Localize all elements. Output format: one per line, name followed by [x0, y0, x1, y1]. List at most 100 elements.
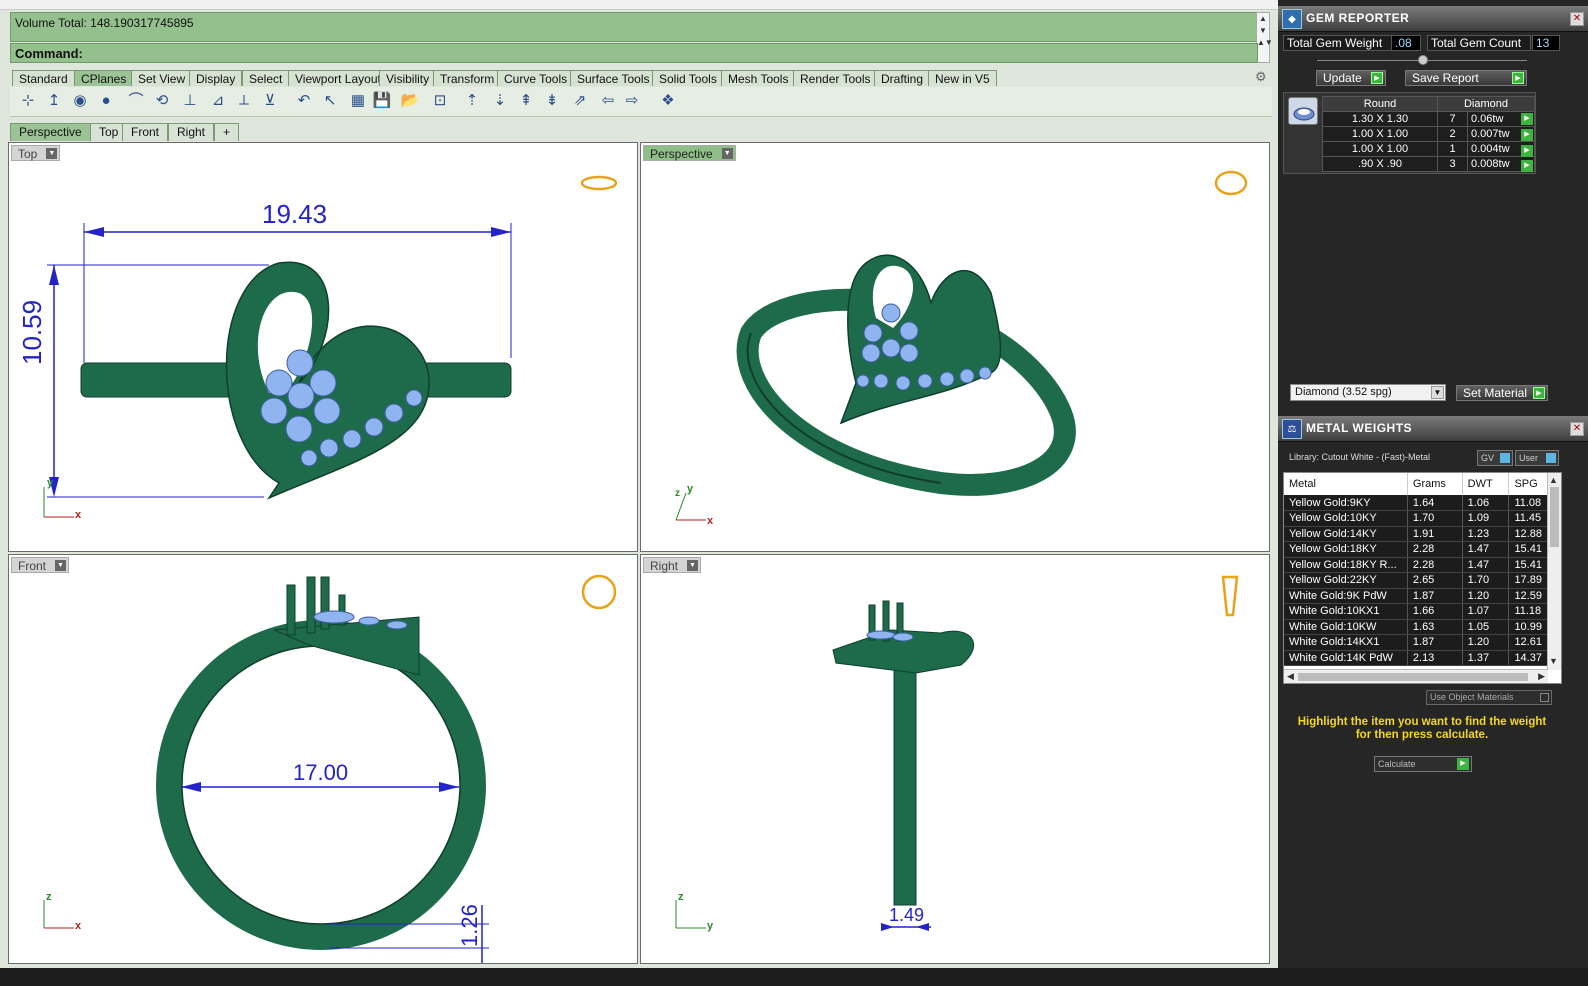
metal-row[interactable]: White Gold:14K PdW 2.13 1.37 14.37 [1284, 650, 1548, 666]
slider-handle[interactable] [1418, 55, 1428, 65]
tab-select[interactable]: Select [242, 70, 290, 86]
close-icon[interactable]: ✕ [1570, 12, 1584, 26]
gv-toggle[interactable]: GV [1477, 450, 1513, 466]
cplane-tilt-icon[interactable]: ⇗ [570, 91, 590, 111]
set-material-button[interactable]: Set Material ▶ [1456, 385, 1548, 401]
tab-viewport-layout[interactable]: Viewport Layout [288, 70, 388, 86]
viewport-label-front[interactable]: Front ▼ [11, 557, 70, 573]
metal-row[interactable]: Yellow Gold:14KY 1.91 1.23 12.88 [1284, 526, 1548, 542]
cplane-next-icon[interactable]: ⇨ [622, 91, 642, 111]
tab-mesh-tools[interactable]: Mesh Tools [721, 70, 796, 86]
tab-cplanes[interactable]: CPlanes [74, 70, 134, 86]
cplane-3pt-icon[interactable]: ⊥ [180, 91, 200, 111]
cplane-world-icon[interactable]: ⊹ [18, 91, 38, 111]
vp-tab-add[interactable]: + [214, 123, 240, 141]
tab-set-view[interactable]: Set View [131, 70, 193, 86]
gem-row[interactable]: 1.30 X 1.30 7 0.06tw [1322, 111, 1535, 127]
gem-row[interactable]: 1.00 X 1.00 1 0.004tw [1322, 141, 1535, 157]
cplane-to-view-icon[interactable]: ↖ [320, 91, 340, 111]
viewport-right[interactable]: Right ▼ 1.49 z y [640, 554, 1270, 964]
viewport-label-right[interactable]: Right ▼ [643, 557, 702, 573]
command-line[interactable]: Command: [10, 43, 1258, 63]
metal-row[interactable]: Yellow Gold:9KY 1.64 1.06 11.08 [1284, 495, 1548, 511]
metal-row[interactable]: White Gold:14KX1 1.87 1.20 12.61 [1284, 634, 1548, 651]
gem-row[interactable]: .90 X .90 3 0.008tw [1322, 156, 1535, 172]
gem-reporter-header: ◆ GEM REPORTER ✕ [1278, 6, 1588, 32]
metal-row[interactable]: Yellow Gold:18KY R... 2.28 1.47 15.41 [1284, 557, 1548, 573]
cplane-drop-icon[interactable]: ⇟ [542, 91, 562, 111]
metal-row[interactable]: White Gold:10KW 1.63 1.05 10.99 [1284, 619, 1548, 635]
grid-icon[interactable]: ▦ [348, 91, 368, 111]
metal-row[interactable]: White Gold:9K PdW 1.87 1.20 12.59 [1284, 588, 1548, 604]
perspective-view-render [675, 170, 1248, 521]
gem-reporter-icon: ◆ [1282, 9, 1302, 29]
menu-bar[interactable] [0, 0, 1278, 10]
viewport-label-top[interactable]: Top ▼ [11, 145, 61, 161]
gem-row[interactable]: 1.00 X 1.00 2 0.007tw [1322, 126, 1535, 142]
use-object-materials-checkbox[interactable]: Use Object Materials [1426, 690, 1552, 705]
metal-row[interactable]: White Gold:10KX1 1.66 1.07 11.18 [1284, 603, 1548, 620]
vp-tab-right[interactable]: Right [168, 123, 215, 141]
dim-text-width: 19.43 [262, 199, 328, 229]
play-icon[interactable]: ▶ [1521, 113, 1533, 125]
vp-tab-front[interactable]: Front [122, 123, 169, 141]
undo-cplane-icon[interactable]: ↶ [294, 91, 314, 111]
gem-size: 1.00 X 1.00 [1322, 141, 1438, 157]
cplane-origin-icon[interactable]: ⊻ [260, 91, 280, 111]
user-toggle[interactable]: User [1515, 450, 1559, 466]
play-icon[interactable]: ▶ [1521, 129, 1533, 141]
command-scroll[interactable]: ▲ ▼ ▲▼ [1256, 12, 1273, 63]
metal-row[interactable]: Yellow Gold:10KY 1.70 1.09 11.45 [1284, 510, 1548, 527]
cplane-surface-icon[interactable]: ● [96, 91, 116, 111]
tab-curve-tools[interactable]: Curve Tools [497, 70, 575, 86]
viewport-top[interactable]: Top ▼ 19.43 10.59 y x [8, 142, 638, 552]
tab-surface-tools[interactable]: Surface Tools [570, 70, 657, 86]
cplane-object-icon[interactable]: ◉ [70, 91, 90, 111]
calculate-button[interactable]: Calculate ▶ [1374, 756, 1472, 772]
cplane-lift-icon[interactable]: ⇞ [516, 91, 536, 111]
cplane-down-icon[interactable]: ⇣ [490, 91, 510, 111]
save-report-button[interactable]: Save Report ▶ [1405, 70, 1527, 86]
gear-icon[interactable]: ⚙ [1255, 70, 1269, 84]
cplane-rotate-icon[interactable]: ⟲ [152, 91, 172, 111]
tab-standard[interactable]: Standard [12, 70, 75, 86]
r-ring-orientation-icon [1221, 575, 1239, 617]
tab-display[interactable]: Display [189, 70, 243, 86]
update-button[interactable]: Update ▶ [1316, 70, 1386, 86]
cplane-view-icon[interactable]: ⊿ [208, 91, 228, 111]
cplane-prev-icon[interactable]: ⇦ [598, 91, 618, 111]
tab-solid-tools[interactable]: Solid Tools [652, 70, 724, 86]
metal-row[interactable]: Yellow Gold:18KY 2.28 1.47 15.41 [1284, 541, 1548, 558]
named-cplane-icon[interactable]: ⊡ [430, 91, 450, 111]
command-history-text: Volume Total: 148.190317745895 [15, 16, 194, 30]
metal-table-vscroll[interactable]: ▲ ▼ [1547, 473, 1561, 670]
cplane-elevation-icon[interactable]: ↥ [44, 91, 64, 111]
tab-drafting[interactable]: Drafting [874, 70, 931, 86]
save-cplane-icon[interactable]: 💾 [372, 91, 392, 111]
metal-table-hscroll[interactable]: ◀ ▶ [1284, 669, 1548, 683]
viewport-perspective[interactable]: Perspective ▼ z y x [640, 142, 1270, 552]
total-gem-count-value: 13 [1532, 35, 1560, 51]
p-ring-orientation-icon [1214, 170, 1248, 196]
material-select[interactable]: Diamond (3.52 spg) ▼ [1290, 384, 1446, 401]
tab-render-tools[interactable]: Render Tools [793, 70, 878, 86]
open-cplane-icon[interactable]: 📂 [400, 91, 420, 111]
cplane-up-icon[interactable]: ⇡ [462, 91, 482, 111]
metal-weights-table: Metal Grams DWT SPG Yellow Gold:9KY 1.64 1… [1283, 472, 1562, 684]
metal-weights-title: METAL WEIGHTS [1306, 421, 1413, 435]
cplane-curve-icon[interactable]: ⌒ [126, 91, 146, 111]
viewport-front[interactable]: Front ▼ 17.00 1.26 z x [8, 554, 638, 964]
play-icon[interactable]: ▶ [1521, 145, 1533, 157]
metal-row[interactable]: Yellow Gold:22KY 2.65 1.70 17.89 [1284, 572, 1548, 589]
dim-arrow-right [491, 227, 511, 237]
play-icon[interactable]: ▶ [1521, 160, 1533, 172]
tab-transform[interactable]: Transform [433, 70, 502, 86]
tab-visibility[interactable]: Visibility [379, 70, 437, 86]
tab-new-in-v5[interactable]: New in V5 [928, 70, 997, 86]
gem-size: 1.30 X 1.30 [1322, 111, 1438, 127]
viewport-label-perspective[interactable]: Perspective ▼ [643, 145, 736, 161]
cplane-mesh-icon[interactable]: ❖ [658, 91, 678, 111]
cplane-vertical-icon[interactable]: ⟂ [234, 91, 254, 111]
vp-tab-perspective[interactable]: Perspective [10, 123, 91, 141]
close-icon[interactable]: ✕ [1570, 422, 1584, 436]
